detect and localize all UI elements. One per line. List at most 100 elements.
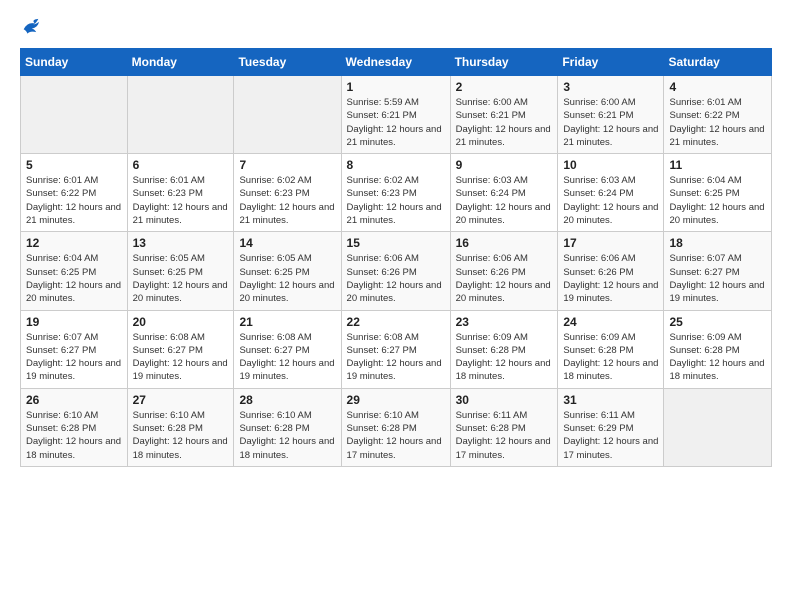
day-info: Sunrise: 6:08 AM Sunset: 6:27 PM Dayligh… — [347, 331, 445, 384]
calendar-cell: 21Sunrise: 6:08 AM Sunset: 6:27 PM Dayli… — [234, 310, 341, 388]
calendar-cell: 8 Sunrise: 6:02 AM Sunset: 6:23 PM Daylig… — [341, 154, 450, 232]
day-info: Sunrise: 6:10 AM Sunset: 6:28 PM Dayligh… — [239, 409, 335, 462]
day-number: 31 — [563, 393, 658, 407]
day-number: 10 — [563, 158, 658, 172]
calendar-week-row: 5 Sunrise: 6:01 AM Sunset: 6:22 PM Daylig… — [21, 154, 772, 232]
day-number: 13 — [133, 236, 229, 250]
day-info: Sunrise: 6:01 AM Sunset: 6:22 PM Dayligh… — [26, 174, 122, 227]
calendar-cell: 29Sunrise: 6:10 AM Sunset: 6:28 PM Dayli… — [341, 388, 450, 466]
day-info: Sunrise: 6:04 AM Sunset: 6:25 PM Dayligh… — [26, 252, 122, 305]
calendar-cell: 1 Sunrise: 5:59 AM Sunset: 6:21 PM Daylig… — [341, 76, 450, 154]
day-info: Sunrise: 6:02 AM Sunset: 6:23 PM Dayligh… — [347, 174, 445, 227]
calendar-cell — [21, 76, 128, 154]
day-info: Sunrise: 6:04 AM Sunset: 6:25 PM Dayligh… — [669, 174, 766, 227]
day-info: Sunrise: 6:10 AM Sunset: 6:28 PM Dayligh… — [133, 409, 229, 462]
day-number: 6 — [133, 158, 229, 172]
calendar-cell: 26Sunrise: 6:10 AM Sunset: 6:28 PM Dayli… — [21, 388, 128, 466]
calendar-header: Sunday Monday Tuesday Wednesday Thursday… — [21, 49, 772, 76]
calendar-cell: 24 Sunrise: 6:09 AM Sunset: 6:28 PM Dayli… — [558, 310, 664, 388]
calendar-cell: 23 Sunrise: 6:09 AM Sunset: 6:28 PM Dayli… — [450, 310, 558, 388]
col-monday: Monday — [127, 49, 234, 76]
day-number: 25 — [669, 315, 766, 329]
calendar-cell: 27 Sunrise: 6:10 AM Sunset: 6:28 PM Dayli… — [127, 388, 234, 466]
day-info: Sunrise: 6:00 AM Sunset: 6:21 PM Dayligh… — [563, 96, 658, 149]
day-number: 30 — [456, 393, 553, 407]
day-number: 11 — [669, 158, 766, 172]
calendar-cell: 7Sunrise: 6:02 AM Sunset: 6:23 PM Daylig… — [234, 154, 341, 232]
day-info: Sunrise: 6:06 AM Sunset: 6:26 PM Dayligh… — [456, 252, 553, 305]
day-number: 21 — [239, 315, 335, 329]
calendar-cell: 11 Sunrise: 6:04 AM Sunset: 6:25 PM Dayli… — [664, 154, 772, 232]
calendar-cell: 28Sunrise: 6:10 AM Sunset: 6:28 PM Dayli… — [234, 388, 341, 466]
calendar-body: 1 Sunrise: 5:59 AM Sunset: 6:21 PM Daylig… — [21, 76, 772, 467]
col-saturday: Saturday — [664, 49, 772, 76]
calendar-cell: 6 Sunrise: 6:01 AM Sunset: 6:23 PM Daylig… — [127, 154, 234, 232]
day-number: 22 — [347, 315, 445, 329]
calendar-cell — [234, 76, 341, 154]
day-info: Sunrise: 6:01 AM Sunset: 6:23 PM Dayligh… — [133, 174, 229, 227]
weekday-row: Sunday Monday Tuesday Wednesday Thursday… — [21, 49, 772, 76]
day-number: 2 — [456, 80, 553, 94]
day-number: 12 — [26, 236, 122, 250]
day-number: 16 — [456, 236, 553, 250]
calendar-cell: 3 Sunrise: 6:00 AM Sunset: 6:21 PM Daylig… — [558, 76, 664, 154]
day-info: Sunrise: 6:08 AM Sunset: 6:27 PM Dayligh… — [133, 331, 229, 384]
col-friday: Friday — [558, 49, 664, 76]
col-sunday: Sunday — [21, 49, 128, 76]
day-info: Sunrise: 6:09 AM Sunset: 6:28 PM Dayligh… — [669, 331, 766, 384]
day-number: 23 — [456, 315, 553, 329]
calendar-table: Sunday Monday Tuesday Wednesday Thursday… — [20, 48, 772, 467]
day-number: 9 — [456, 158, 553, 172]
col-wednesday: Wednesday — [341, 49, 450, 76]
header — [20, 16, 772, 38]
calendar-cell: 22 Sunrise: 6:08 AM Sunset: 6:27 PM Dayli… — [341, 310, 450, 388]
day-number: 7 — [239, 158, 335, 172]
calendar-week-row: 12 Sunrise: 6:04 AM Sunset: 6:25 PM Dayli… — [21, 232, 772, 310]
day-number: 20 — [133, 315, 229, 329]
calendar-cell — [127, 76, 234, 154]
day-info: Sunrise: 6:01 AM Sunset: 6:22 PM Dayligh… — [669, 96, 766, 149]
day-number: 14 — [239, 236, 335, 250]
calendar-cell: 31Sunrise: 6:11 AM Sunset: 6:29 PM Dayli… — [558, 388, 664, 466]
day-info: Sunrise: 6:11 AM Sunset: 6:28 PM Dayligh… — [456, 409, 553, 462]
calendar-cell: 5 Sunrise: 6:01 AM Sunset: 6:22 PM Daylig… — [21, 154, 128, 232]
calendar-week-row: 26Sunrise: 6:10 AM Sunset: 6:28 PM Dayli… — [21, 388, 772, 466]
calendar-cell: 9 Sunrise: 6:03 AM Sunset: 6:24 PM Daylig… — [450, 154, 558, 232]
day-number: 15 — [347, 236, 445, 250]
day-number: 8 — [347, 158, 445, 172]
day-number: 17 — [563, 236, 658, 250]
calendar-cell: 2Sunrise: 6:00 AM Sunset: 6:21 PM Daylig… — [450, 76, 558, 154]
day-number: 24 — [563, 315, 658, 329]
logo-bird-icon — [20, 16, 42, 38]
day-info: Sunrise: 6:03 AM Sunset: 6:24 PM Dayligh… — [563, 174, 658, 227]
day-number: 3 — [563, 80, 658, 94]
day-info: Sunrise: 6:06 AM Sunset: 6:26 PM Dayligh… — [563, 252, 658, 305]
calendar-cell: 14Sunrise: 6:05 AM Sunset: 6:25 PM Dayli… — [234, 232, 341, 310]
calendar-cell: 10 Sunrise: 6:03 AM Sunset: 6:24 PM Dayli… — [558, 154, 664, 232]
day-info: Sunrise: 5:59 AM Sunset: 6:21 PM Dayligh… — [347, 96, 445, 149]
day-info: Sunrise: 6:09 AM Sunset: 6:28 PM Dayligh… — [456, 331, 553, 384]
calendar-week-row: 19Sunrise: 6:07 AM Sunset: 6:27 PM Dayli… — [21, 310, 772, 388]
calendar-cell: 4 Sunrise: 6:01 AM Sunset: 6:22 PM Daylig… — [664, 76, 772, 154]
calendar-cell — [664, 388, 772, 466]
day-number: 4 — [669, 80, 766, 94]
calendar-cell: 16 Sunrise: 6:06 AM Sunset: 6:26 PM Dayli… — [450, 232, 558, 310]
col-thursday: Thursday — [450, 49, 558, 76]
calendar-cell: 15 Sunrise: 6:06 AM Sunset: 6:26 PM Dayli… — [341, 232, 450, 310]
calendar-week-row: 1 Sunrise: 5:59 AM Sunset: 6:21 PM Daylig… — [21, 76, 772, 154]
day-info: Sunrise: 6:09 AM Sunset: 6:28 PM Dayligh… — [563, 331, 658, 384]
day-number: 27 — [133, 393, 229, 407]
day-info: Sunrise: 6:10 AM Sunset: 6:28 PM Dayligh… — [26, 409, 122, 462]
col-tuesday: Tuesday — [234, 49, 341, 76]
calendar-cell: 13Sunrise: 6:05 AM Sunset: 6:25 PM Dayli… — [127, 232, 234, 310]
day-info: Sunrise: 6:03 AM Sunset: 6:24 PM Dayligh… — [456, 174, 553, 227]
calendar-cell: 12 Sunrise: 6:04 AM Sunset: 6:25 PM Dayli… — [21, 232, 128, 310]
page: Sunday Monday Tuesday Wednesday Thursday… — [0, 0, 792, 612]
day-number: 5 — [26, 158, 122, 172]
day-number: 18 — [669, 236, 766, 250]
logo — [20, 16, 46, 38]
day-number: 29 — [347, 393, 445, 407]
calendar-cell: 18Sunrise: 6:07 AM Sunset: 6:27 PM Dayli… — [664, 232, 772, 310]
day-info: Sunrise: 6:06 AM Sunset: 6:26 PM Dayligh… — [347, 252, 445, 305]
day-number: 1 — [347, 80, 445, 94]
